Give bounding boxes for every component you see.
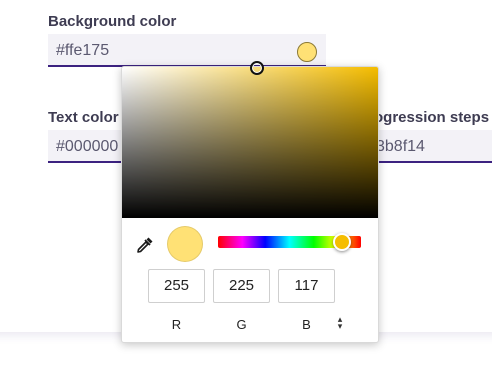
background-color-value: #ffe175 — [56, 42, 110, 59]
color-picker-popup: 255 225 117 R G B ▴ ▾ — [121, 61, 379, 343]
blue-channel-input[interactable]: 117 — [278, 269, 335, 303]
hue-slider[interactable] — [218, 233, 361, 251]
green-channel-label: G — [236, 317, 247, 332]
red-channel-label: R — [171, 317, 182, 332]
progression-steps-value: 3b8f14 — [376, 138, 425, 155]
hue-slider-thumb[interactable] — [333, 233, 352, 251]
text-color-value: #000000 — [56, 138, 119, 155]
background-color-swatch[interactable] — [297, 42, 317, 62]
green-channel-input[interactable]: 225 — [213, 269, 270, 303]
current-color-preview — [167, 226, 203, 262]
text-color-input[interactable]: #000000 — [48, 130, 128, 163]
background-color-label: Background color — [48, 13, 177, 30]
eyedropper-icon[interactable] — [135, 235, 155, 255]
progression-steps-label: ogression steps v — [374, 109, 490, 126]
up-down-arrows-icon[interactable]: ▴ ▾ — [335, 315, 345, 331]
progression-steps-input[interactable]: 3b8f14 — [370, 130, 492, 163]
red-channel-input[interactable]: 255 — [148, 269, 205, 303]
saturation-cursor[interactable] — [250, 61, 264, 75]
saturation-area[interactable] — [122, 61, 378, 218]
background-color-input[interactable]: #ffe175 — [48, 34, 326, 67]
text-color-label: Text color — [48, 109, 119, 126]
blue-channel-label: B — [302, 317, 311, 332]
